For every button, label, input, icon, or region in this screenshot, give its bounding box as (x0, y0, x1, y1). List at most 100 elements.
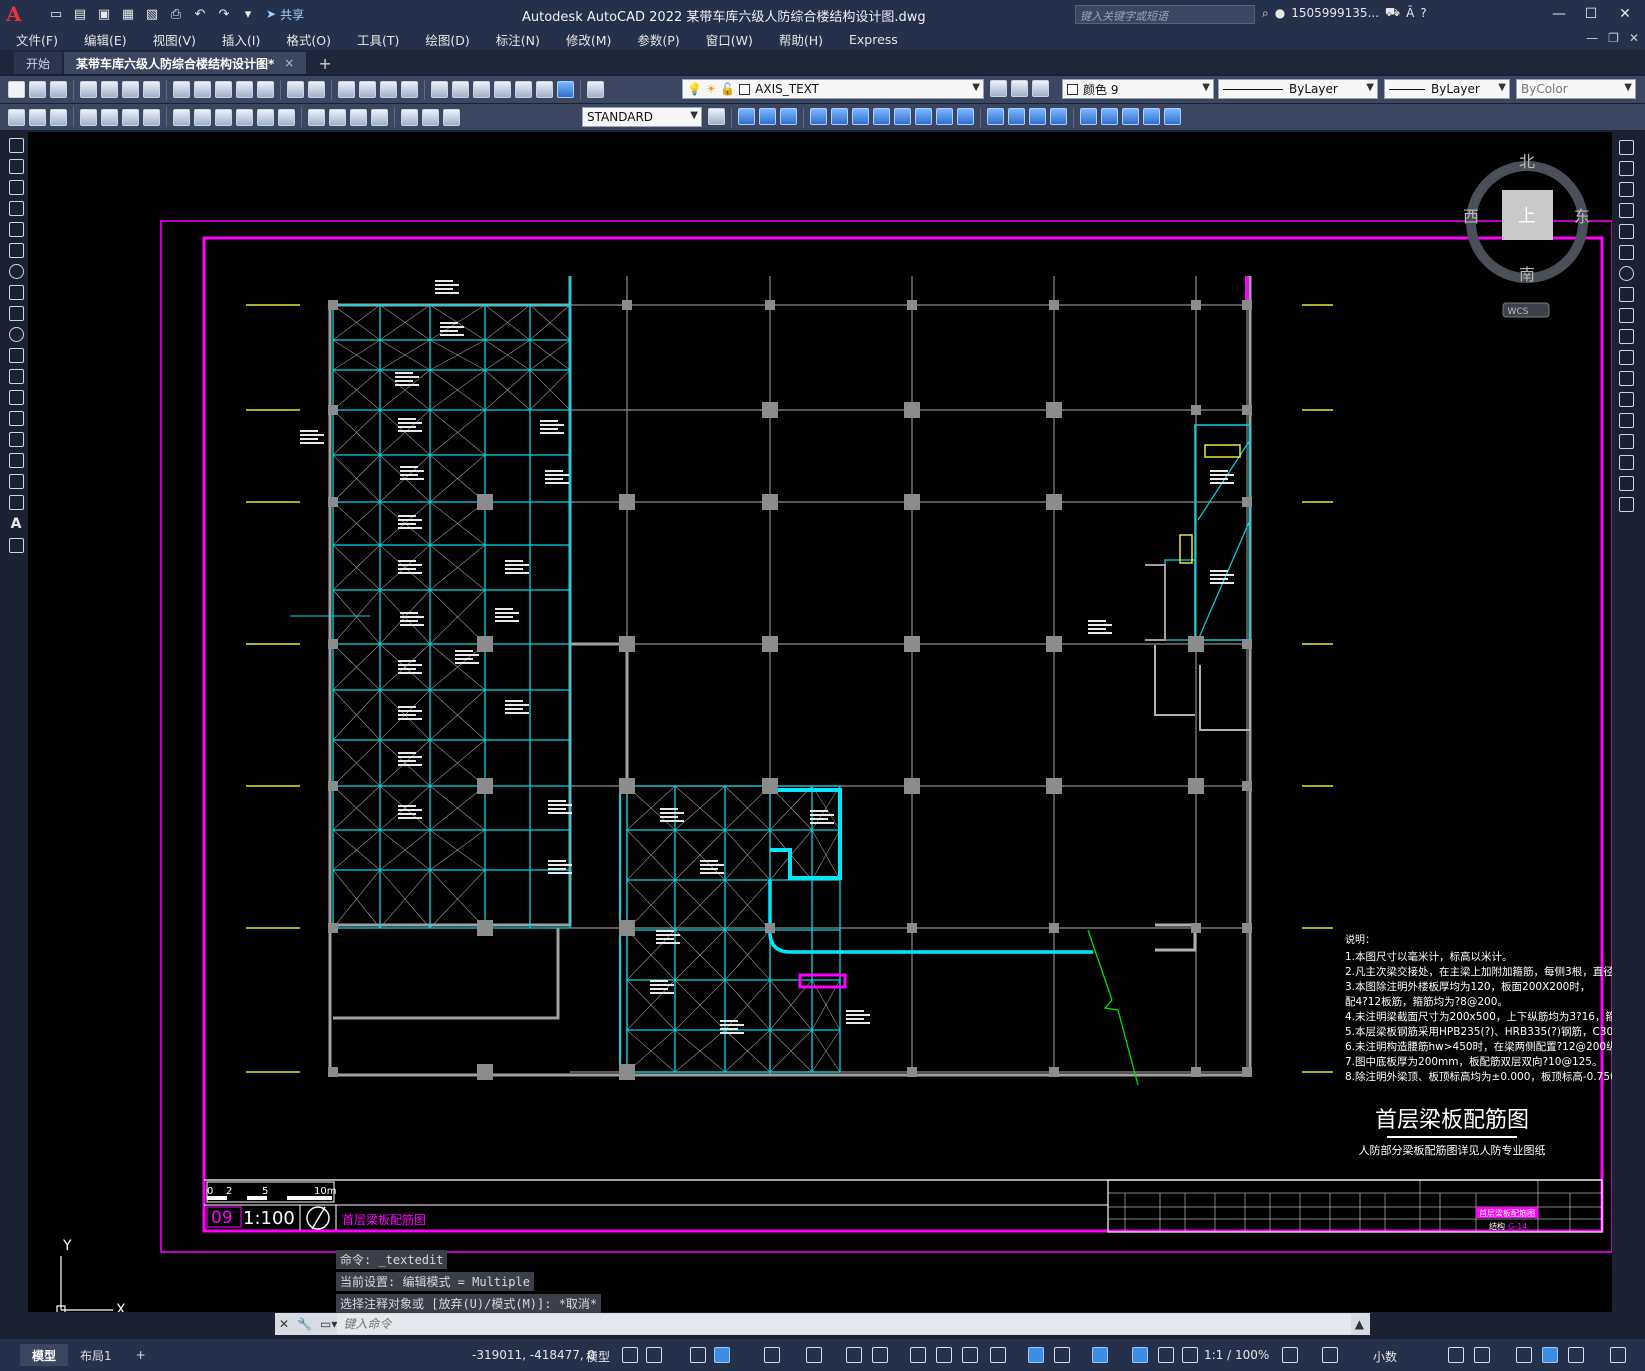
layer-state-icon[interactable] (1032, 80, 1049, 97)
sheet-set-icon[interactable] (494, 81, 511, 98)
point-icon[interactable] (8, 411, 24, 426)
autocad-logo-icon[interactable]: A (6, 3, 28, 25)
object-snap-icon[interactable] (872, 1347, 888, 1363)
copy-icon[interactable] (194, 81, 211, 98)
dim-text-edit-icon[interactable] (422, 108, 439, 126)
revision-cloud-icon[interactable] (8, 285, 24, 300)
drawing-svg[interactable]: 说明： 1.本图尺寸以毫米计，标高以米计。 2.凡主次梁交接处，在主梁上加附加箍筋… (28, 132, 1612, 1312)
intersect-icon[interactable] (1101, 108, 1118, 125)
3d-move-icon[interactable] (1122, 108, 1139, 125)
block-editor-icon[interactable] (257, 81, 274, 98)
lineweight-combo[interactable]: ByLayer ▼ (1384, 79, 1510, 99)
fillet-icon[interactable] (1618, 455, 1634, 470)
match-properties-icon[interactable] (236, 81, 253, 98)
dim-update-icon[interactable] (443, 108, 460, 126)
erase-icon[interactable] (1618, 140, 1634, 155)
table-icon[interactable] (8, 495, 24, 510)
new-icon[interactable]: ▭ (46, 5, 66, 23)
menu-item-10[interactable]: 窗口(W) (706, 30, 753, 49)
3d-align-icon[interactable] (1164, 108, 1181, 125)
model-space-toggle[interactable]: 模型 (586, 1348, 610, 1365)
menu-item-9[interactable]: 参数(P) (637, 30, 679, 49)
presspull-icon[interactable] (957, 108, 974, 125)
dim-style-combo[interactable]: STANDARD ▼ (582, 107, 702, 127)
dim-continue-icon[interactable] (236, 108, 253, 126)
undo-tool-icon[interactable] (287, 81, 304, 98)
menu-item-1[interactable]: 编辑(E) (84, 30, 127, 49)
design-center-icon[interactable] (452, 81, 469, 98)
3d-osnap-icon[interactable] (990, 1347, 1006, 1363)
grid-icon[interactable] (622, 1347, 638, 1363)
selection-cycling-icon[interactable] (962, 1347, 978, 1363)
snap-icon[interactable] (646, 1347, 662, 1363)
arc-icon[interactable] (8, 243, 24, 258)
annotation-scale[interactable]: 1:1 / 100% (1204, 1348, 1269, 1362)
menu-item-3[interactable]: 插入(I) (222, 30, 260, 49)
open-icon[interactable]: ▤ (70, 5, 90, 23)
layer-properties-icon[interactable] (587, 81, 604, 98)
dim-space-icon[interactable] (257, 108, 274, 126)
trim-icon[interactable] (1618, 329, 1634, 344)
center-mark-icon[interactable] (329, 108, 346, 126)
copy-object-icon[interactable] (1618, 161, 1634, 176)
command-recent-icon[interactable]: ▭▾ (320, 1317, 337, 1331)
quick-dim-icon[interactable] (8, 108, 25, 126)
insert-block-icon[interactable] (8, 369, 24, 384)
doc-minimize-icon[interactable]: — (1586, 31, 1598, 45)
plot-file-icon[interactable] (80, 81, 97, 98)
save-file-icon[interactable] (50, 81, 67, 98)
tolerance-icon[interactable] (308, 108, 325, 126)
markup-icon[interactable] (515, 81, 532, 98)
make-block-icon[interactable] (8, 390, 24, 405)
open-file-icon[interactable] (29, 81, 46, 98)
ellipse-arc-icon[interactable] (8, 348, 24, 363)
selection-filter-icon[interactable] (1054, 1347, 1070, 1363)
layout-tab-0[interactable]: 模型 (20, 1344, 69, 1366)
help-icon[interactable]: ? (1420, 6, 1426, 20)
dim-radius-icon[interactable] (122, 108, 139, 126)
plotstyle-combo[interactable]: ByColor ▼ (1516, 79, 1636, 99)
polyline-icon[interactable] (8, 180, 24, 195)
layer-previous-icon[interactable] (1011, 80, 1028, 97)
file-tab-0[interactable]: 开始 (14, 52, 63, 74)
move-icon[interactable] (1618, 245, 1634, 260)
zoom-window-icon[interactable] (380, 81, 397, 98)
layout-tab-1[interactable]: 布局1 (68, 1344, 124, 1366)
construction-line-icon[interactable] (8, 159, 24, 174)
annotation-scale-icon[interactable] (1182, 1347, 1198, 1363)
object-snap-tracking-icon[interactable] (846, 1347, 862, 1363)
box-icon[interactable] (738, 108, 755, 125)
menu-item-5[interactable]: 工具(T) (357, 30, 399, 49)
command-history-toggle-icon[interactable]: ▲ (1355, 1317, 1364, 1331)
dynamic-ucs-icon[interactable] (1028, 1347, 1044, 1363)
planar-surface-icon[interactable] (915, 108, 932, 125)
break-icon[interactable] (1618, 392, 1634, 407)
properties-icon[interactable] (431, 81, 448, 98)
dim-linear-icon[interactable] (29, 108, 46, 126)
close-tab-icon[interactable]: × (284, 56, 294, 70)
torus-icon[interactable] (852, 108, 869, 125)
command-customize-icon[interactable]: 🔧 (297, 1317, 312, 1331)
revolve-icon[interactable] (1008, 108, 1025, 125)
command-close-icon[interactable]: ✕ (279, 1317, 289, 1331)
units-readout[interactable]: 小数 (1373, 1348, 1397, 1365)
dim-break-icon[interactable] (278, 108, 295, 126)
menu-item-7[interactable]: 标注(N) (496, 30, 540, 49)
helix-icon[interactable] (894, 108, 911, 125)
circle-icon[interactable] (8, 264, 24, 279)
quick-properties-icon[interactable] (1448, 1347, 1464, 1363)
preview-icon[interactable] (101, 81, 118, 98)
hatch-icon[interactable] (8, 432, 24, 447)
autodesk-a360-icon[interactable]: Ᾱ (1406, 6, 1414, 20)
drawing-canvas[interactable]: 说明： 1.本图尺寸以毫米计，标高以米计。 2.凡主次梁交接处，在主梁上加附加箍筋… (28, 132, 1612, 1312)
explode-icon[interactable] (1618, 497, 1634, 512)
doc-close-icon[interactable]: ✕ (1629, 31, 1639, 45)
customize-qat-icon[interactable]: ▾ (238, 5, 258, 23)
help-tool-icon[interactable] (557, 81, 574, 98)
dim-ordinate-icon[interactable] (101, 108, 118, 126)
break-at-point-icon[interactable] (1618, 371, 1634, 386)
auto-scale-icon[interactable] (1158, 1347, 1174, 1363)
new-tab-button[interactable]: + (308, 52, 341, 74)
dim-aligned-icon[interactable] (50, 108, 67, 126)
share-button[interactable]: ➤ 共享 (266, 6, 304, 23)
